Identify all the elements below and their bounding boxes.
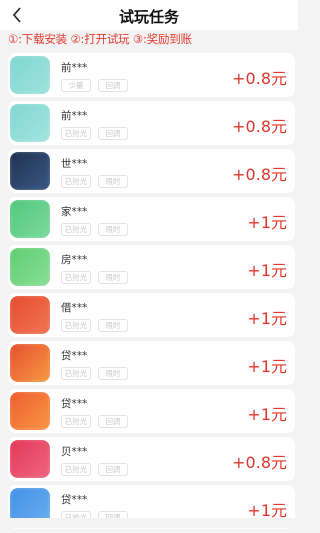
task-row[interactable]: 贝*** 已抢光 回调 +0.8元 (8, 437, 295, 481)
task-row[interactable]: 前*** 已抢光 回调 +0.8元 (8, 101, 295, 145)
task-name: 贷*** (61, 494, 88, 506)
task-tag: 回调 (98, 79, 128, 92)
task-tags: 已抢光回调 (61, 463, 128, 476)
app-icon (10, 296, 50, 334)
task-row[interactable]: 贷*** 已抢光 限时 +1元 (8, 341, 295, 385)
task-list: 前*** 少量 回调 +0.8元 前*** 已抢光 回调 +0.8元 世*** 已抢光 限时 +0.8… (8, 53, 295, 533)
task-name: 世*** (61, 158, 88, 170)
task-tags: 已抢光 限时 (61, 223, 128, 236)
app-icon (10, 152, 50, 190)
reward-amount: +1元 (247, 309, 287, 328)
reward-amount: +0.8元 (232, 453, 287, 472)
reward-amount: +1元 (247, 213, 287, 232)
page-title: 试玩任务 (118, 8, 179, 26)
task-tag: 限时 (98, 271, 128, 284)
task-tags: 已抢光回调 (61, 415, 128, 428)
task-tag: 限时 (98, 367, 128, 380)
reward-amount: +1元 (247, 405, 287, 424)
top-bar: 试玩任务 (0, 0, 298, 30)
app-icon (10, 248, 50, 286)
task-tag: 已抢光 (61, 127, 91, 140)
task-tags: 已抢光回调 (61, 127, 128, 140)
app-icon (10, 56, 50, 94)
app-icon (10, 344, 50, 382)
reward-amount: +1元 (247, 261, 287, 280)
task-name: 家*** (61, 206, 88, 218)
task-tag: 已抢光 (61, 415, 91, 428)
task-tag: 回调 (98, 415, 128, 428)
app-icon (10, 392, 50, 430)
steps-instructions: ①:下载安装 ②:打开试玩 ③:奖励到账 (8, 32, 192, 46)
task-tag: 已抢光 (61, 463, 91, 476)
reward-amount: +0.8元 (232, 117, 287, 136)
reward-amount: +0.8元 (232, 69, 287, 88)
task-tags: 已抢光 限时 (61, 175, 128, 188)
task-tags: 少量 回调 (61, 79, 128, 92)
task-row[interactable]: 房*** 已抢光 限时 +1元 (8, 245, 295, 289)
task-tags: 已抢光 限时 (61, 319, 128, 332)
task-tag: 回调 (98, 463, 128, 476)
task-name: 前*** (61, 62, 88, 74)
task-name: 房*** (61, 254, 88, 266)
reward-amount: +0.8元 (232, 165, 287, 184)
task-row[interactable]: 借*** 已抢光 限时 +1元 (8, 293, 295, 337)
task-tag: 限时 (98, 175, 128, 188)
task-tags: 已抢光 限时 (61, 367, 128, 380)
task-tags: 已抢光 限时 (61, 271, 128, 284)
task-name: 贷*** (61, 398, 88, 410)
task-row[interactable]: 前*** 少量 回调 +0.8元 (8, 53, 295, 97)
task-tag: 限时 (98, 319, 128, 332)
app-icon (10, 200, 50, 238)
task-name: 贝*** (61, 446, 88, 458)
task-tag: 已抢光 (61, 175, 91, 188)
task-tag: 已抢光 (61, 319, 91, 332)
task-tag: 回调 (98, 127, 128, 140)
task-row[interactable]: 贷*** 已抢光回调 +1元 (8, 389, 295, 433)
app-icon (10, 104, 50, 142)
task-name: 贷*** (61, 350, 88, 362)
app-icon (10, 440, 50, 478)
task-row[interactable]: 世*** 已抢光 限时 +0.8元 (8, 149, 295, 193)
task-tag: 限时 (98, 223, 128, 236)
task-tag: 已抢光 (61, 367, 91, 380)
task-name: 前*** (61, 110, 88, 122)
task-tag: 少量 (61, 79, 91, 92)
task-tag: 已抢光 (61, 271, 91, 284)
task-name: 借*** (61, 302, 88, 314)
reward-amount: +1元 (247, 357, 287, 376)
task-tag: 已抢光 (61, 223, 91, 236)
bottom-bar (0, 518, 298, 528)
task-row[interactable]: 家*** 已抢光 限时 +1元 (8, 197, 295, 241)
